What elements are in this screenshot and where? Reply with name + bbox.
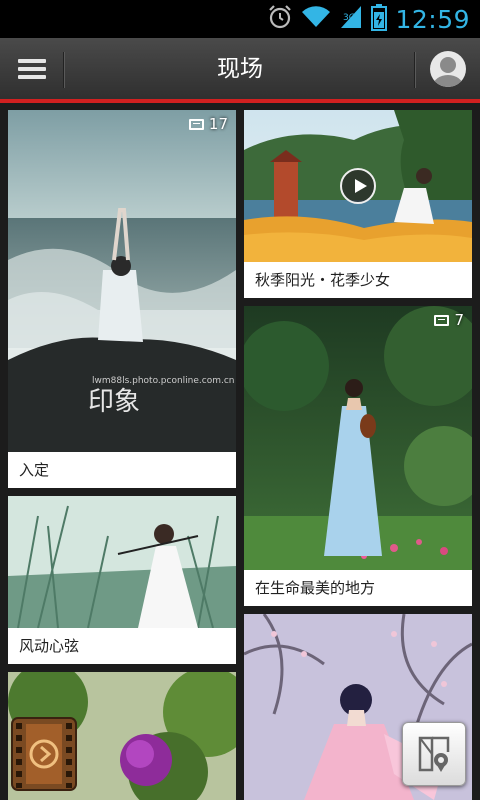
status-bar: 3G 12:59 xyxy=(0,0,480,38)
alarm-icon xyxy=(267,4,293,34)
photo-count: 7 xyxy=(454,311,464,329)
divider xyxy=(63,52,65,88)
map-icon xyxy=(418,736,450,772)
album-icon xyxy=(188,118,204,130)
battery-icon xyxy=(371,3,388,35)
card-image xyxy=(244,306,472,570)
card-image: 印象 lwm88ls.photo.pconline.com.cn xyxy=(8,110,236,452)
play-button[interactable] xyxy=(340,168,376,204)
card-image xyxy=(8,496,236,628)
signal-icon: 3G xyxy=(339,4,363,34)
card-caption: 在生命最美的地方 xyxy=(244,570,472,606)
page-title: 现场 xyxy=(217,56,263,82)
menu-button[interactable] xyxy=(0,38,64,100)
photo-count-badge: 17 xyxy=(188,115,228,133)
feed-card[interactable]: 风动心弦 xyxy=(8,496,236,664)
video-fab[interactable] xyxy=(10,716,78,792)
photo-count-badge: 7 xyxy=(434,311,464,329)
card-caption: 入定 xyxy=(8,452,236,488)
clock: 12:59 xyxy=(395,4,470,34)
album-icon xyxy=(434,314,450,326)
photo-count: 17 xyxy=(208,115,228,133)
video-film-icon xyxy=(11,717,77,791)
avatar-icon xyxy=(430,51,466,87)
wifi-icon xyxy=(301,5,331,33)
watermark-url: lwm88ls.photo.pconline.com.cn xyxy=(92,376,235,386)
feed-card[interactable]: 7 在生命最美的地方 xyxy=(244,306,472,606)
menu-icon xyxy=(18,55,46,83)
feed-card[interactable]: 印象 lwm88ls.photo.pconline.com.cn 17 入定 xyxy=(8,110,236,488)
svg-text:3G: 3G xyxy=(343,13,356,23)
avatar-button[interactable] xyxy=(416,38,480,100)
card-caption: 风动心弦 xyxy=(8,628,236,664)
accent-line xyxy=(0,99,480,103)
action-bar: 现场 xyxy=(0,38,480,103)
feed-card[interactable]: 秋季阳光・花季少女 xyxy=(244,110,472,298)
map-button[interactable] xyxy=(402,722,466,786)
watermark-logo: 印象 xyxy=(88,387,140,417)
card-caption: 秋季阳光・花季少女 xyxy=(244,262,472,298)
